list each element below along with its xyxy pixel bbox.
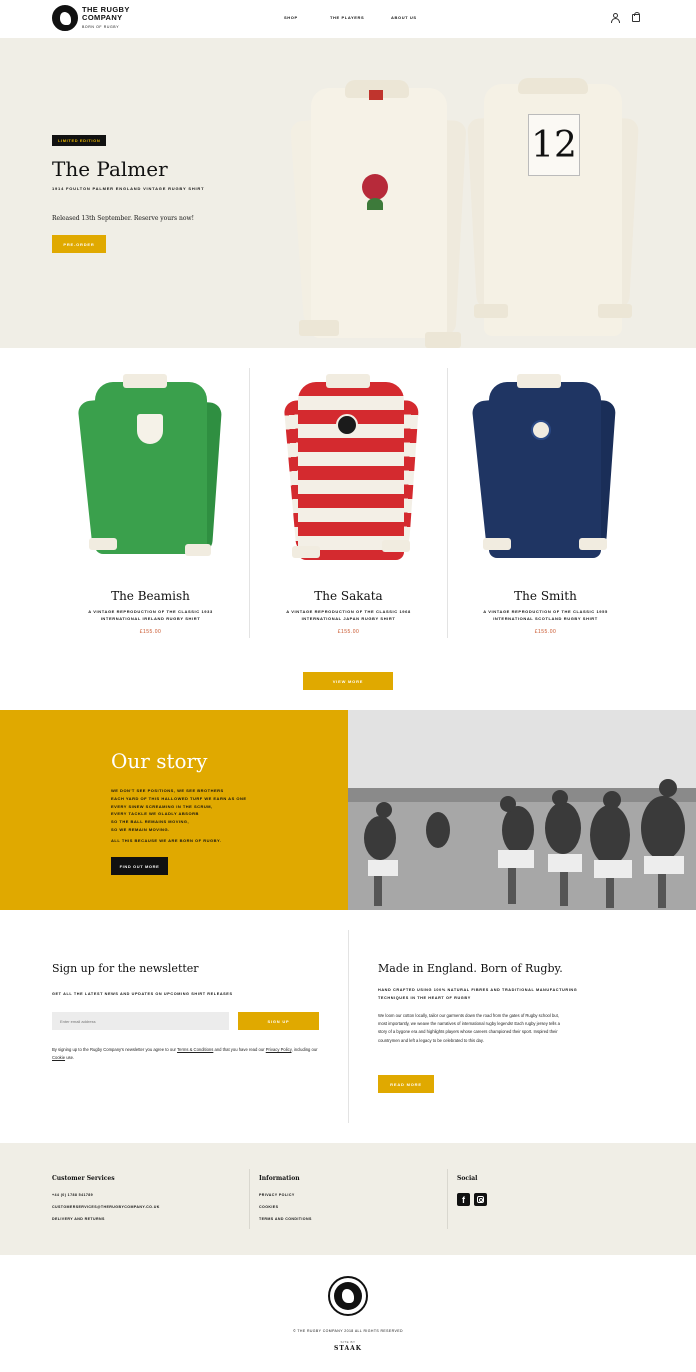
information-heading: Information bbox=[259, 1175, 300, 1182]
logo-line-2: COMPANY bbox=[82, 12, 123, 22]
customer-services-heading: Customer Services bbox=[52, 1175, 115, 1182]
hero-subtitle: 1914 FOULTON PALMER ENGLAND VINTAGE RUGB… bbox=[52, 186, 205, 191]
footer-divider bbox=[249, 1169, 250, 1229]
nav-shop[interactable]: SHOP bbox=[284, 15, 298, 20]
footer-logo-emblem-icon[interactable] bbox=[328, 1276, 368, 1316]
social-heading: Social bbox=[457, 1175, 478, 1182]
footer-email-link[interactable]: CUSTOMERSERVICES@THERUGBYCOMPANY.CO.UK bbox=[52, 1205, 160, 1209]
product-description: A VINTAGE REPRODUCTION OF THE CLASSIC 19… bbox=[286, 609, 411, 621]
legal-text: use. bbox=[65, 1055, 75, 1060]
site-by-label: SITE BY bbox=[340, 1340, 356, 1344]
product-name[interactable]: The Beamish bbox=[52, 589, 249, 603]
shirt-back-number: 12 bbox=[528, 114, 580, 176]
hero-title: The Palmer bbox=[52, 157, 168, 181]
product-price: £155.00 bbox=[534, 629, 557, 635]
newsletter-and-about: Sign up for the newsletter GET ALL THE L… bbox=[0, 910, 696, 1143]
nav-the-players[interactable]: THE PLAYERS bbox=[330, 15, 364, 20]
hero-banner: LIMITED EDITION The Palmer 1914 FOULTON … bbox=[0, 38, 696, 348]
cart-icon[interactable] bbox=[632, 12, 640, 22]
story-line: SO THE BALL REMAINS MOVING, bbox=[111, 819, 190, 825]
footer-cookies-link[interactable]: COOKIES bbox=[259, 1205, 278, 1209]
story-closing: ALL THIS BECAUSE WE ARE BORN OF RUGBY. bbox=[111, 838, 222, 843]
view-more-button[interactable]: VIEW MORE bbox=[303, 672, 393, 690]
site-header: THE RUGBY COMPANY BORN OF RUGBY SHOP THE… bbox=[0, 0, 696, 38]
product-card-sakata[interactable]: The Sakata A VINTAGE REPRODUCTION OF THE… bbox=[250, 348, 447, 648]
newsletter-legal-text: By signing up to the Rugby Company's new… bbox=[52, 1046, 322, 1062]
story-line: EVERY TACKLE WE GLADLY ABSORB bbox=[111, 811, 199, 817]
sakata-shirt-image bbox=[283, 374, 420, 574]
pre-order-button[interactable]: PRE-ORDER bbox=[52, 235, 106, 253]
read-more-button[interactable]: READ MORE bbox=[378, 1075, 434, 1093]
hero-release-text: Released 13th September. Reserve yours n… bbox=[52, 215, 195, 222]
footer-privacy-link[interactable]: PRIVACY POLICY bbox=[259, 1193, 295, 1197]
logo-wordmark: THE RUGBY COMPANY BORN OF RUGBY bbox=[82, 5, 130, 31]
made-in-england-body: We loom our cotton locally, tailor our g… bbox=[378, 1013, 560, 1043]
logo-emblem-icon bbox=[52, 5, 78, 31]
our-story-section: Our story WE DON'T SEE POSITIONS, WE SEE… bbox=[0, 710, 348, 910]
made-in-england-subtitle: HAND CRAFTED USING 100% NATURAL FIBRES A… bbox=[378, 988, 578, 1000]
newsletter-title: Sign up for the newsletter bbox=[52, 962, 199, 975]
product-price: £155.00 bbox=[337, 629, 360, 635]
product-name[interactable]: The Smith bbox=[447, 589, 644, 603]
product-description: A VINTAGE REPRODUCTION OF THE CLASSIC 19… bbox=[88, 609, 213, 621]
story-poem: WE DON'T SEE POSITIONS, WE SEE BROTHERS … bbox=[111, 787, 247, 834]
story-title: Our story bbox=[111, 749, 208, 773]
sign-up-button[interactable]: SIGN UP bbox=[238, 1012, 319, 1030]
instagram-icon[interactable] bbox=[474, 1193, 487, 1206]
nav-about-us[interactable]: ABOUT US bbox=[391, 15, 417, 20]
product-card-beamish[interactable]: The Beamish A VINTAGE REPRODUCTION OF TH… bbox=[52, 348, 249, 648]
featured-products: The Beamish A VINTAGE REPRODUCTION OF TH… bbox=[0, 348, 696, 708]
story-line: EVERY SINEW SCREAMING IN THE SCRUM, bbox=[111, 803, 213, 809]
logo-tagline: BORN OF RUGBY bbox=[82, 24, 120, 29]
facebook-icon[interactable]: f bbox=[457, 1193, 470, 1206]
legal-text: and that you have read our bbox=[213, 1047, 266, 1052]
footer-divider bbox=[447, 1169, 448, 1229]
product-description: A VINTAGE REPRODUCTION OF THE CLASSIC 19… bbox=[483, 609, 608, 621]
vintage-rugby-photo bbox=[348, 710, 696, 910]
user-icon[interactable] bbox=[611, 13, 620, 23]
made-in-england-title: Made in England. Born of Rugby. bbox=[378, 962, 563, 975]
product-name[interactable]: The Sakata bbox=[250, 589, 447, 603]
legal-text: , including our bbox=[291, 1047, 318, 1052]
product-price: £155.00 bbox=[139, 629, 162, 635]
rugby-scrum-illustration bbox=[348, 710, 696, 910]
story-line: WE DON'T SEE POSITIONS, WE SEE BROTHERS bbox=[111, 788, 224, 793]
product-card-smith[interactable]: The Smith A VINTAGE REPRODUCTION OF THE … bbox=[447, 348, 644, 648]
smith-shirt-image bbox=[471, 374, 617, 569]
agency-credit-link[interactable]: STAAK bbox=[0, 1345, 696, 1352]
terms-link[interactable]: Terms & Conditions bbox=[177, 1047, 213, 1052]
palmer-shirt-back-image: 12 bbox=[467, 78, 639, 363]
beamish-shirt-image bbox=[77, 374, 223, 569]
story-line: EACH YARD OF THIS HALLOWED TURF WE EARN … bbox=[111, 795, 247, 801]
footer-phone-link[interactable]: +44 (0) 1788 541789 bbox=[52, 1193, 93, 1197]
limited-edition-badge: LIMITED EDITION bbox=[52, 135, 107, 146]
site-logo[interactable]: THE RUGBY COMPANY BORN OF RUGBY bbox=[52, 5, 130, 31]
footer-delivery-link[interactable]: DELIVERY AND RETURNS bbox=[52, 1217, 105, 1221]
story-line: SO WE REMAIN MOVING. bbox=[111, 826, 170, 832]
privacy-policy-link[interactable]: Privacy Policy bbox=[266, 1047, 292, 1052]
find-out-more-button[interactable]: FIND OUT MORE bbox=[111, 857, 168, 875]
cookie-link[interactable]: Cookie bbox=[52, 1055, 65, 1060]
copyright-text: © THE RUGBY COMPANY 2018 ALL RIGHTS RESE… bbox=[293, 1329, 403, 1333]
newsletter-subtitle: GET ALL THE LATEST NEWS AND UPDATES ON U… bbox=[52, 992, 233, 996]
footer-terms-link[interactable]: TERMS AND CONDITIONS bbox=[259, 1217, 312, 1221]
site-footer: Customer Services +44 (0) 1788 541789 CU… bbox=[0, 1143, 696, 1255]
email-input[interactable] bbox=[52, 1012, 229, 1030]
legal-text: By signing up to the Rugby Company's new… bbox=[52, 1047, 178, 1052]
palmer-shirt-front-image bbox=[289, 80, 467, 365]
section-divider bbox=[348, 930, 349, 1123]
